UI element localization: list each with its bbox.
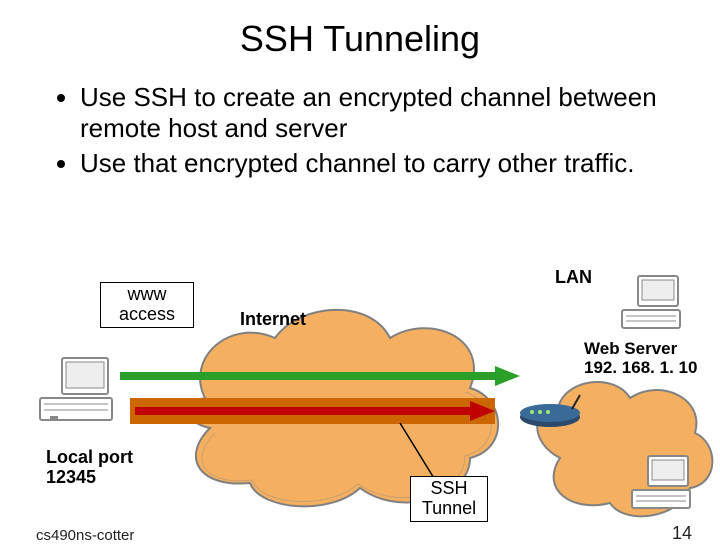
web-server-label: Web Server 192. 168. 1. 10	[584, 340, 697, 377]
bullet-item: Use SSH to create an encrypted channel b…	[80, 82, 680, 144]
slide-title: SSH Tunneling	[0, 18, 720, 60]
www-access-label: www access	[100, 282, 194, 328]
internet-label: Internet	[240, 310, 306, 330]
local-port-label: Local port 12345	[46, 448, 133, 488]
lan-label: LAN	[555, 268, 592, 288]
diagram-container: www access Internet LAN Web Server 192. …	[0, 258, 720, 528]
local-computer-icon	[40, 358, 112, 420]
page-number: 14	[672, 523, 692, 544]
bullet-list: Use SSH to create an encrypted channel b…	[40, 82, 680, 180]
ssh-tunnel-label: SSH Tunnel	[410, 476, 488, 522]
footer-left: cs490ns-cotter	[36, 527, 134, 544]
web-server-icon	[622, 276, 680, 328]
bullet-item: Use that encrypted channel to carry othe…	[80, 148, 680, 179]
